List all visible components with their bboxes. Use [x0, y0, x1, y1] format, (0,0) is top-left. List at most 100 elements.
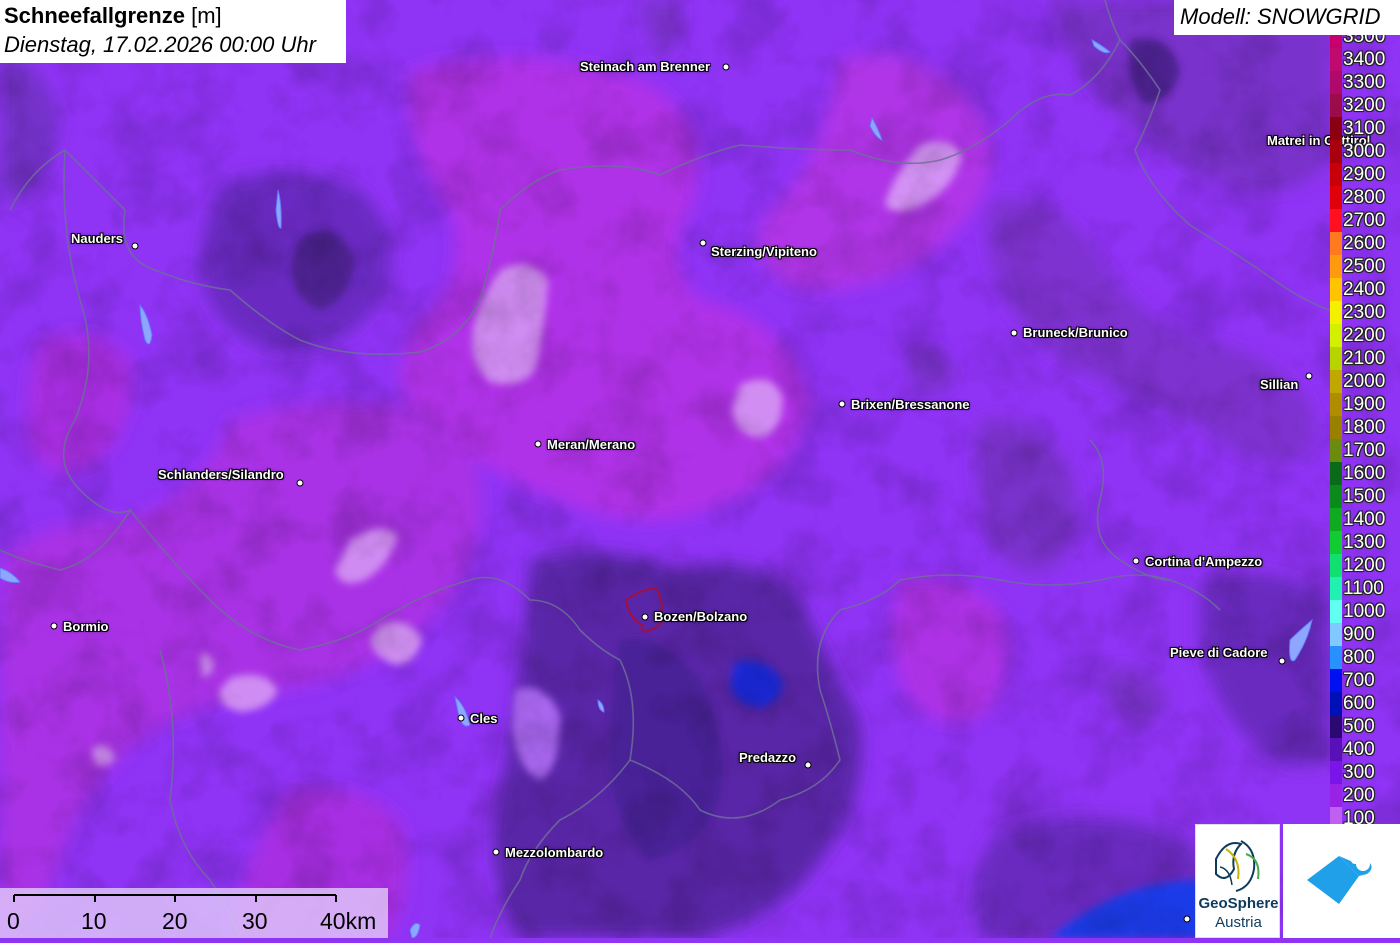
legend-label: 2700 [1343, 210, 1386, 231]
city-label[interactable]: Bozen/Bolzano [654, 609, 747, 624]
legend-swatch [1330, 186, 1342, 209]
legend-swatch [1330, 324, 1342, 347]
legend-label: 3200 [1343, 95, 1386, 116]
city-dot [457, 714, 465, 722]
city-label[interactable]: Mezzolombardo [505, 845, 603, 860]
legend-label: 2300 [1343, 302, 1386, 323]
model-label: Modell: SNOWGRID [1174, 0, 1400, 35]
legend-label: 500 [1343, 716, 1375, 737]
legend-label: 800 [1343, 647, 1375, 668]
legend-swatch [1330, 531, 1342, 554]
legend-label: 3100 [1343, 118, 1386, 139]
geosphere-country: Austria [1215, 914, 1262, 931]
city-label[interactable]: Predazzo [739, 750, 796, 765]
legend-label: 3000 [1343, 141, 1386, 162]
legend-label: 2100 [1343, 348, 1386, 369]
variable-unit: [m] [191, 3, 222, 28]
legend-swatch [1330, 784, 1342, 807]
city-label[interactable]: Pieve di Cadore [1170, 645, 1268, 660]
legend-swatch [1330, 140, 1342, 163]
legend-label: 1000 [1343, 601, 1386, 622]
legend-swatch [1330, 255, 1342, 278]
legend-swatch [1330, 370, 1342, 393]
legend-label: 300 [1343, 762, 1375, 783]
scalebar-label: 10 [81, 908, 107, 934]
geosphere-name: GeoSphere [1198, 895, 1279, 912]
city-dot [722, 63, 730, 71]
legend-label: 1700 [1343, 440, 1386, 461]
geosphere-emblem-icon [1215, 840, 1260, 892]
partner-arrow-icon [1307, 856, 1372, 904]
city-label[interactable]: Sterzing/Vipiteno [711, 244, 817, 259]
city-dot [1305, 372, 1313, 380]
city-dot [699, 239, 707, 247]
legend-label: 1900 [1343, 394, 1386, 415]
legend-label: 2500 [1343, 256, 1386, 277]
partner-logo[interactable] [1283, 824, 1400, 938]
city-dot [296, 479, 304, 487]
legend-swatch [1330, 577, 1342, 600]
legend-label: 3400 [1343, 49, 1386, 70]
legend-label: 200 [1343, 785, 1375, 806]
legend-swatch [1330, 439, 1342, 462]
legend-label: 1600 [1343, 463, 1386, 484]
legend-swatch [1330, 416, 1342, 439]
legend-label: 3500 [1343, 35, 1386, 47]
legend-swatch [1330, 715, 1342, 738]
legend-label: 2000 [1343, 371, 1386, 392]
city-label[interactable]: Schlanders/Silandro [158, 467, 284, 482]
scalebar-label: 20 [162, 908, 188, 934]
city-label[interactable]: Brixen/Bressanone [851, 397, 970, 412]
legend-label: 400 [1343, 739, 1375, 760]
city-label[interactable]: Steinach am Brenner [580, 59, 710, 74]
legend-swatch [1330, 623, 1342, 646]
legend-label: 1200 [1343, 555, 1386, 576]
legend-label: 1100 [1343, 578, 1384, 599]
city-dot [492, 848, 500, 856]
city-dot [534, 440, 542, 448]
legend-label: 600 [1343, 693, 1375, 714]
city-dot [1132, 557, 1140, 565]
legend-label: 2900 [1343, 164, 1386, 185]
legend-swatch [1330, 761, 1342, 784]
scalebar-label: 40km [320, 908, 377, 934]
city-label[interactable]: Cles [470, 711, 497, 726]
city-label[interactable]: Sillian [1260, 377, 1298, 392]
legend-label: 2200 [1343, 325, 1386, 346]
legend-swatch [1330, 485, 1342, 508]
geosphere-logo[interactable]: GeoSphere Austria [1195, 824, 1280, 938]
legend-swatch [1330, 301, 1342, 324]
map-title-panel: Schneefallgrenze [m] Dienstag, 17.02.202… [0, 0, 346, 63]
legend-label: 2800 [1343, 187, 1386, 208]
legend-swatch [1330, 94, 1342, 117]
city-label[interactable]: Bormio [63, 619, 109, 634]
legend-swatch [1330, 646, 1342, 669]
city-dot [131, 242, 139, 250]
legend-swatch [1330, 232, 1342, 255]
city-dot [838, 400, 846, 408]
city-dot [641, 613, 649, 621]
city-dot [804, 761, 812, 769]
city-label[interactable]: Meran/Merano [547, 437, 635, 452]
city-dot [1183, 915, 1191, 923]
color-legend: 3500 3400 3300 3200 3100 3000 2900 2800 2700 2600… [1329, 35, 1400, 827]
legend-label: 2600 [1343, 233, 1386, 254]
scalebar-label: 0 [7, 908, 20, 934]
city-label[interactable]: Nauders [71, 231, 123, 246]
legend-swatch [1330, 347, 1342, 370]
legend-label: 1400 [1343, 509, 1386, 530]
legend-swatch [1330, 600, 1342, 623]
legend-label: 700 [1343, 670, 1375, 691]
legend-label: 1500 [1343, 486, 1386, 507]
city-label[interactable]: Cortina d'Ampezzo [1145, 554, 1262, 569]
legend-label: 2400 [1343, 279, 1386, 300]
legend-swatch [1330, 278, 1342, 301]
city-dot [1010, 329, 1018, 337]
legend-swatch [1330, 163, 1342, 186]
legend-swatch [1330, 508, 1342, 531]
legend-label: 1300 [1343, 532, 1386, 553]
legend-label: 900 [1343, 624, 1375, 645]
map-title: Schneefallgrenze [m] [4, 2, 342, 30]
legend-swatch [1330, 393, 1342, 416]
city-label[interactable]: Bruneck/Brunico [1023, 325, 1128, 340]
